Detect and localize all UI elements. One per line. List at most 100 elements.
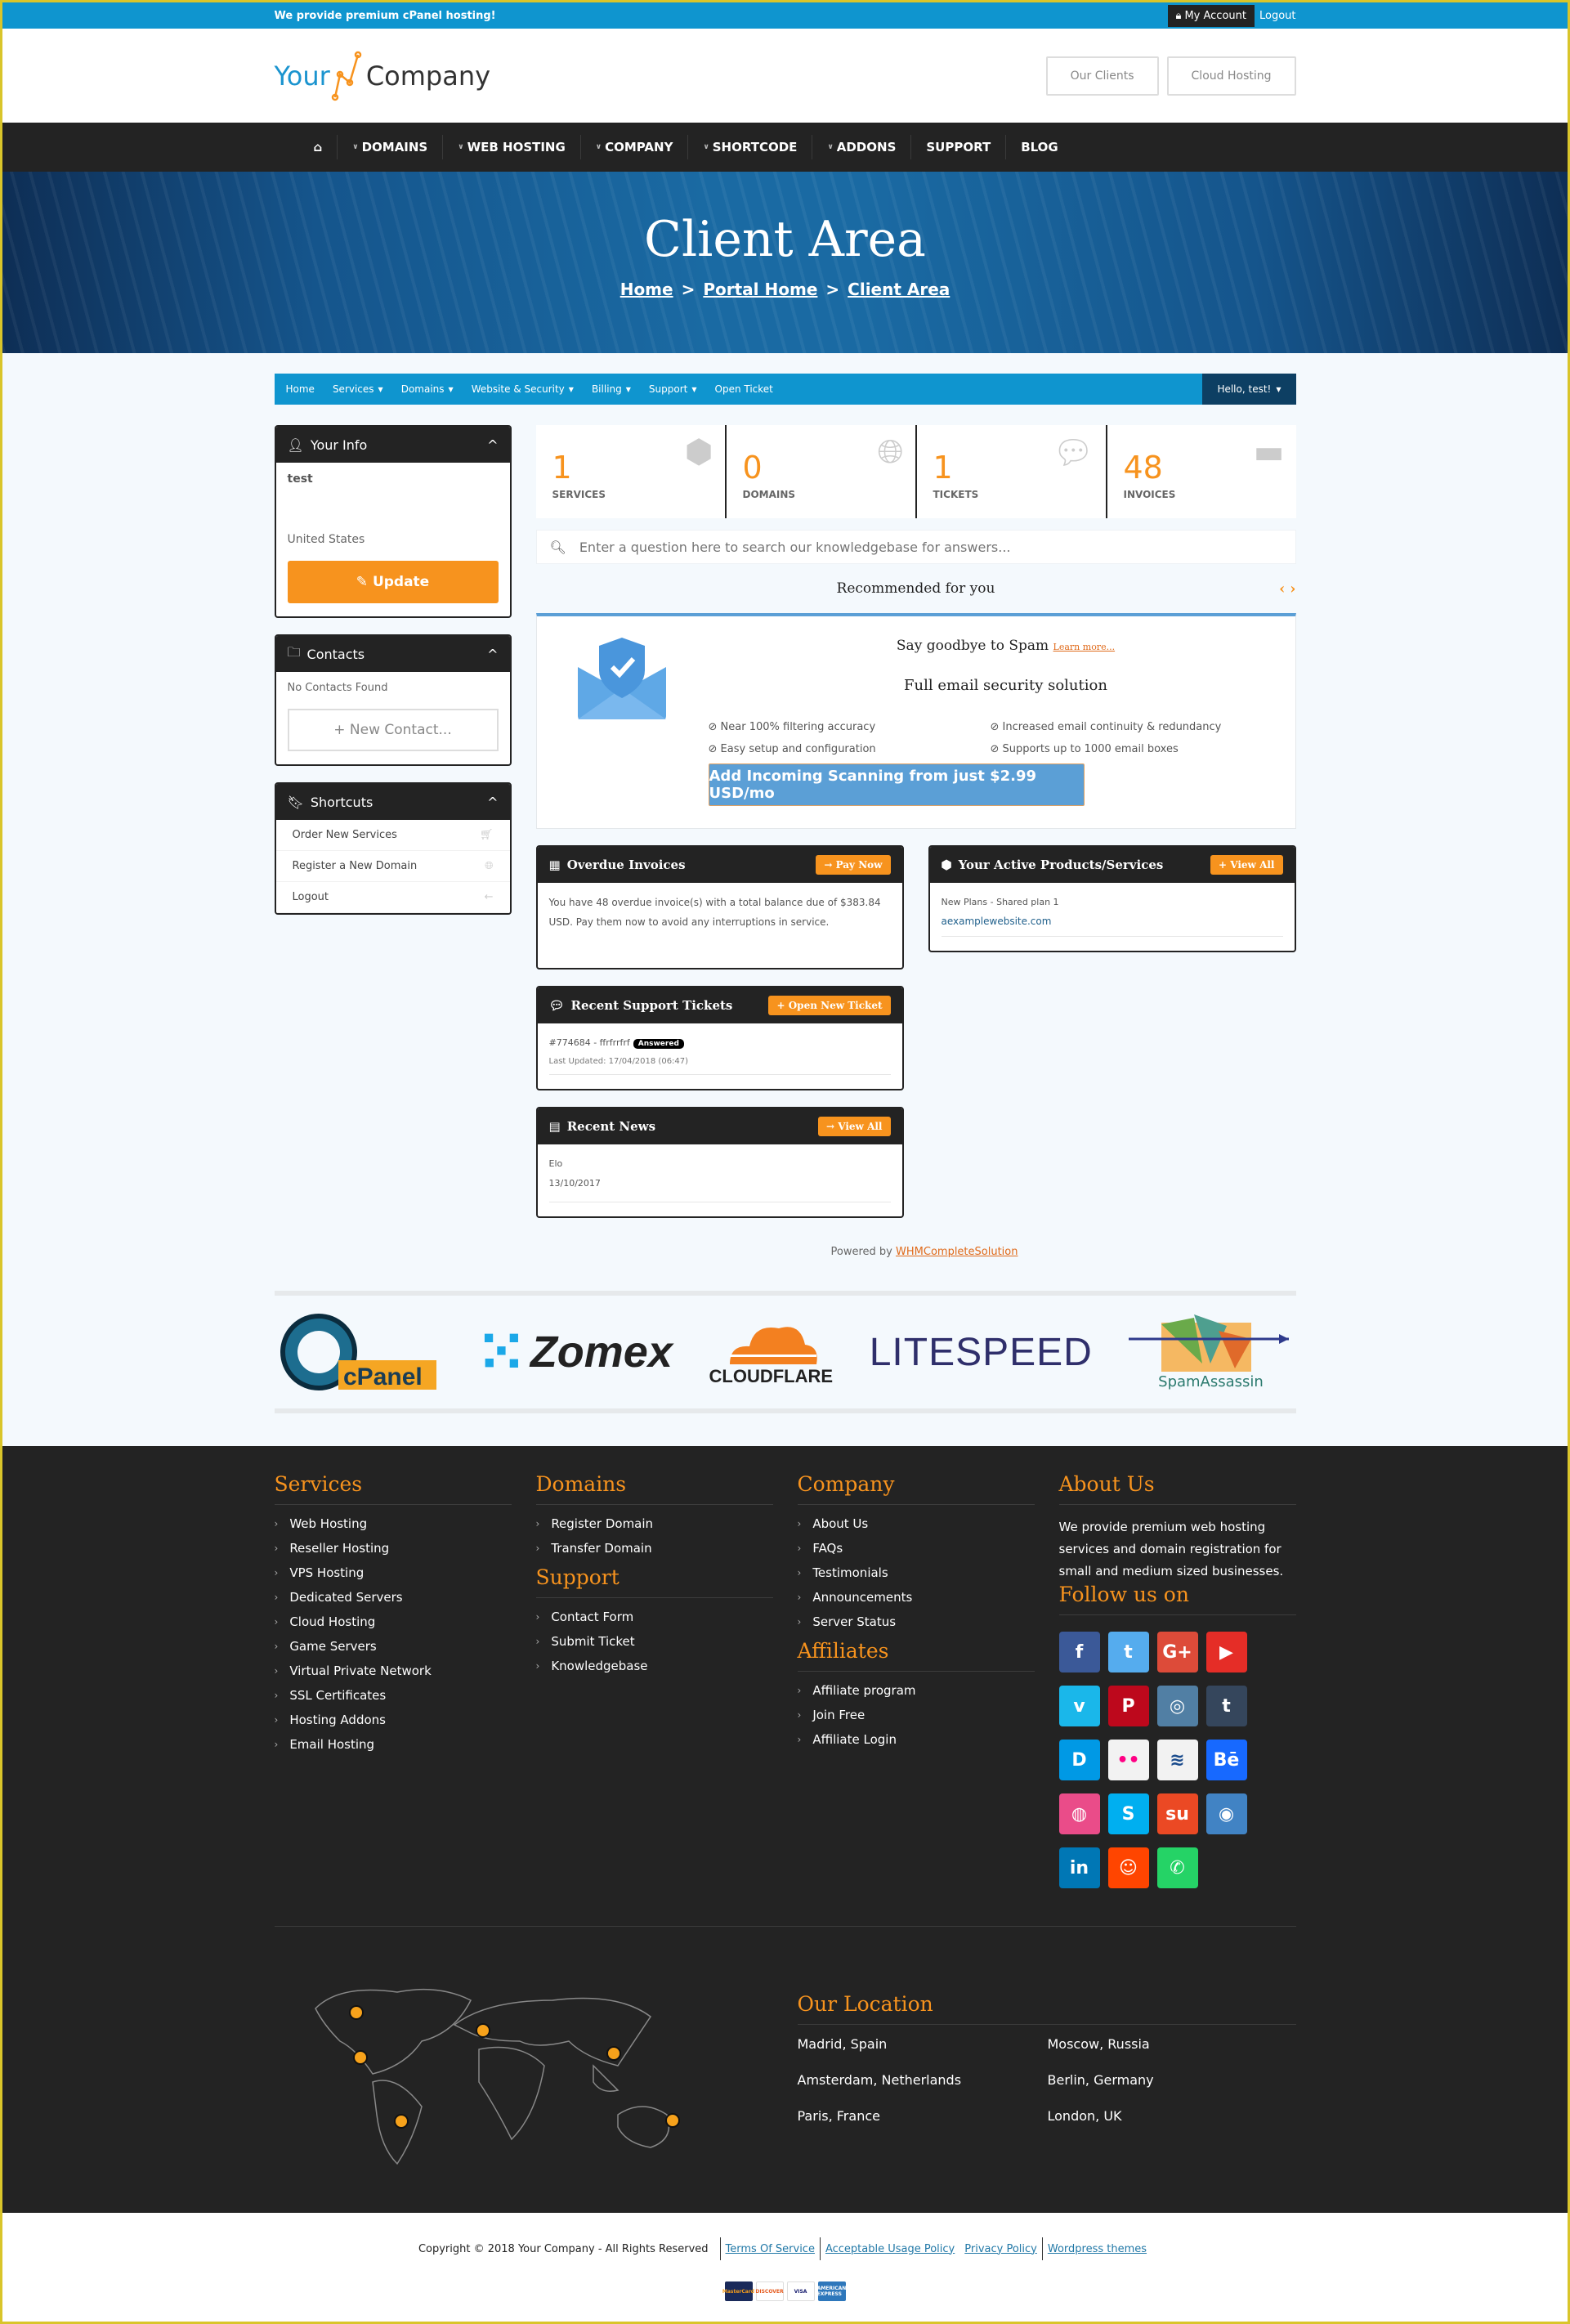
nav-label: DOMAINS: [361, 140, 428, 154]
footer-link[interactable]: › Affiliate program: [798, 1683, 1035, 1698]
footer-link[interactable]: › Submit Ticket: [536, 1634, 773, 1649]
next-arrow-icon[interactable]: ›: [1290, 580, 1295, 598]
client-nav: Home Services ▼ Domains ▼ Website & Securi…: [274, 374, 1296, 405]
footer-link[interactable]: › Contact Form: [536, 1610, 773, 1624]
cloud-hosting-button[interactable]: Cloud Hosting: [1166, 56, 1296, 96]
twitter-icon[interactable]: t: [1107, 1632, 1149, 1672]
nav-domains[interactable]: ∨ DOMAINS: [338, 135, 444, 159]
stat-services[interactable]: 1 SERVICES ⬢: [536, 425, 727, 518]
add-incoming-scanning-button[interactable]: Add Incoming Scanning from just $2.99 US…: [708, 763, 1085, 806]
facebook-icon[interactable]: f: [1058, 1632, 1100, 1672]
nav-support[interactable]: SUPPORT: [911, 135, 1007, 159]
footer-link[interactable]: › About Us: [798, 1516, 1035, 1531]
stat-domains[interactable]: 0 DOMAINS 🌐︎: [727, 425, 917, 518]
steem-icon[interactable]: ≋: [1156, 1740, 1198, 1780]
terms-of-service-link[interactable]: Terms Of Service: [721, 2243, 820, 2255]
footer-link[interactable]: › Cloud Hosting: [275, 1614, 512, 1629]
tumblr-icon[interactable]: t: [1205, 1686, 1247, 1726]
footer-link[interactable]: › VPS Hosting: [275, 1565, 512, 1580]
products-view-all-button[interactable]: + View All: [1210, 855, 1283, 875]
footer-link[interactable]: › Hosting Addons: [275, 1713, 512, 1727]
client-nav-support[interactable]: Support ▼: [649, 383, 697, 395]
breadcrumb-home[interactable]: Home: [620, 280, 673, 299]
logout-link[interactable]: Logout: [1259, 10, 1296, 22]
footer-link[interactable]: › Register Domain: [536, 1516, 773, 1531]
shortcut-register-domain[interactable]: Register a New Domain 🌐︎: [275, 851, 510, 882]
client-nav-open-ticket[interactable]: Open Ticket: [715, 383, 773, 395]
logo[interactable]: Your Company: [275, 50, 490, 102]
breadcrumb-client-area[interactable]: Client Area: [848, 280, 950, 299]
flickr-icon[interactable]: ••: [1107, 1740, 1149, 1780]
vimeo-icon[interactable]: v: [1058, 1686, 1100, 1726]
footer-link[interactable]: › Reseller Hosting: [275, 1541, 512, 1556]
shortcut-logout[interactable]: Logout ←: [275, 882, 510, 913]
stumbleupon-icon[interactable]: su: [1156, 1793, 1198, 1834]
learn-more-link[interactable]: Learn more...: [1053, 642, 1116, 652]
nav-company[interactable]: ∨ COMPANY: [581, 135, 689, 159]
main-content: 1 SERVICES ⬢ 0 DOMAINS 🌐︎ 1 TICKETS 💬︎ 48 INVOI…: [535, 425, 1296, 1234]
footer-link[interactable]: › Announcements: [798, 1590, 1035, 1605]
nav-addons[interactable]: ∨ ADDONS: [812, 135, 912, 159]
footer-link[interactable]: › Game Servers: [275, 1639, 512, 1654]
footer-link[interactable]: › Web Hosting: [275, 1516, 512, 1531]
collapse-icon[interactable]: ^: [487, 437, 498, 453]
powered-by-link[interactable]: WHMCompleteSolution: [896, 1246, 1018, 1258]
product-domain-link[interactable]: aexamplewebsite.com: [942, 916, 1052, 927]
client-nav-billing[interactable]: Billing ▼: [592, 383, 631, 395]
our-clients-button[interactable]: Our Clients: [1045, 56, 1159, 96]
footer-link[interactable]: › Dedicated Servers: [275, 1590, 512, 1605]
client-nav-services[interactable]: Services ▼: [333, 383, 383, 395]
shortcut-order-new-services[interactable]: Order New Services 🛒︎: [275, 820, 510, 851]
client-nav-domains[interactable]: Domains ▼: [401, 383, 454, 395]
reddit-icon[interactable]: ☺: [1107, 1847, 1149, 1888]
update-button[interactable]: ✎ Update: [287, 561, 499, 603]
main-nav: ⌂ ∨ DOMAINS ∨ WEB HOSTING ∨ COMPANY ∨ SHORTC…: [2, 123, 1568, 172]
bookmark-icon: 🔖︎: [287, 794, 304, 810]
footer-link[interactable]: › Email Hosting: [275, 1737, 512, 1752]
client-nav-website-security[interactable]: Website & Security ▼: [472, 383, 574, 395]
instagram-icon[interactable]: ◎: [1156, 1686, 1198, 1726]
whatsapp-icon[interactable]: ✆: [1156, 1847, 1198, 1888]
collapse-icon[interactable]: ^: [487, 795, 498, 810]
client-nav-home[interactable]: Home: [286, 383, 315, 395]
stat-tickets[interactable]: 1 TICKETS 💬︎: [917, 425, 1107, 518]
nav-blog[interactable]: BLOG: [1006, 135, 1073, 159]
knowledgebase-search-input[interactable]: [579, 539, 1282, 555]
linkedin-icon[interactable]: in: [1058, 1847, 1100, 1888]
new-contact-button[interactable]: + New Contact...: [287, 709, 499, 751]
footer-link[interactable]: › Affiliate Login: [798, 1732, 1035, 1747]
nav-web-hosting[interactable]: ∨ WEB HOSTING: [443, 135, 581, 159]
footer-link[interactable]: › Testimonials: [798, 1565, 1035, 1580]
footer-link[interactable]: › Join Free: [798, 1708, 1035, 1722]
my-account-link[interactable]: 🔒︎ My Account: [1167, 4, 1255, 27]
google-plus-icon[interactable]: G+: [1156, 1632, 1198, 1672]
stat-invoices[interactable]: 48 INVOICES ▬: [1107, 425, 1296, 518]
news-view-all-button[interactable]: → View All: [818, 1117, 891, 1136]
footer-link[interactable]: › Server Status: [798, 1614, 1035, 1629]
privacy-policy-link[interactable]: Privacy Policy: [959, 2243, 1042, 2255]
pay-now-button[interactable]: → Pay Now: [816, 855, 891, 875]
breadcrumb-portal-home[interactable]: Portal Home: [703, 280, 817, 299]
dribbble-icon[interactable]: ◍: [1058, 1793, 1100, 1834]
footer-link[interactable]: › Transfer Domain: [536, 1541, 773, 1556]
user-menu[interactable]: Hello, test! ▼: [1202, 374, 1296, 405]
footer-link[interactable]: › SSL Certificates: [275, 1688, 512, 1703]
youtube-icon[interactable]: ▶: [1205, 1632, 1247, 1672]
pinterest-icon[interactable]: P: [1107, 1686, 1149, 1726]
nav-shortcode[interactable]: ∨ SHORTCODE: [688, 135, 813, 159]
dailymotion-icon[interactable]: D: [1058, 1740, 1100, 1780]
acceptable-usage-policy-link[interactable]: Acceptable Usage Policy: [821, 2243, 959, 2255]
behance-icon[interactable]: Bē: [1205, 1740, 1247, 1780]
footer-link[interactable]: › Virtual Private Network: [275, 1664, 512, 1678]
skype-icon[interactable]: S: [1107, 1793, 1149, 1834]
wordpress-themes-link[interactable]: Wordpress themes: [1043, 2243, 1152, 2255]
news-item-title[interactable]: Elo: [549, 1158, 563, 1169]
collapse-icon[interactable]: ^: [487, 647, 498, 662]
open-new-ticket-button[interactable]: + Open New Ticket: [768, 996, 891, 1015]
footer-link[interactable]: › FAQs: [798, 1541, 1035, 1556]
github-icon[interactable]: ◉: [1205, 1793, 1247, 1834]
nav-home[interactable]: ⌂: [299, 135, 338, 159]
footer-link[interactable]: › Knowledgebase: [536, 1659, 773, 1673]
prev-arrow-icon[interactable]: ‹: [1279, 580, 1285, 598]
ticket-row[interactable]: #774684 - ffrfrrfrf Answered: [549, 1037, 684, 1049]
